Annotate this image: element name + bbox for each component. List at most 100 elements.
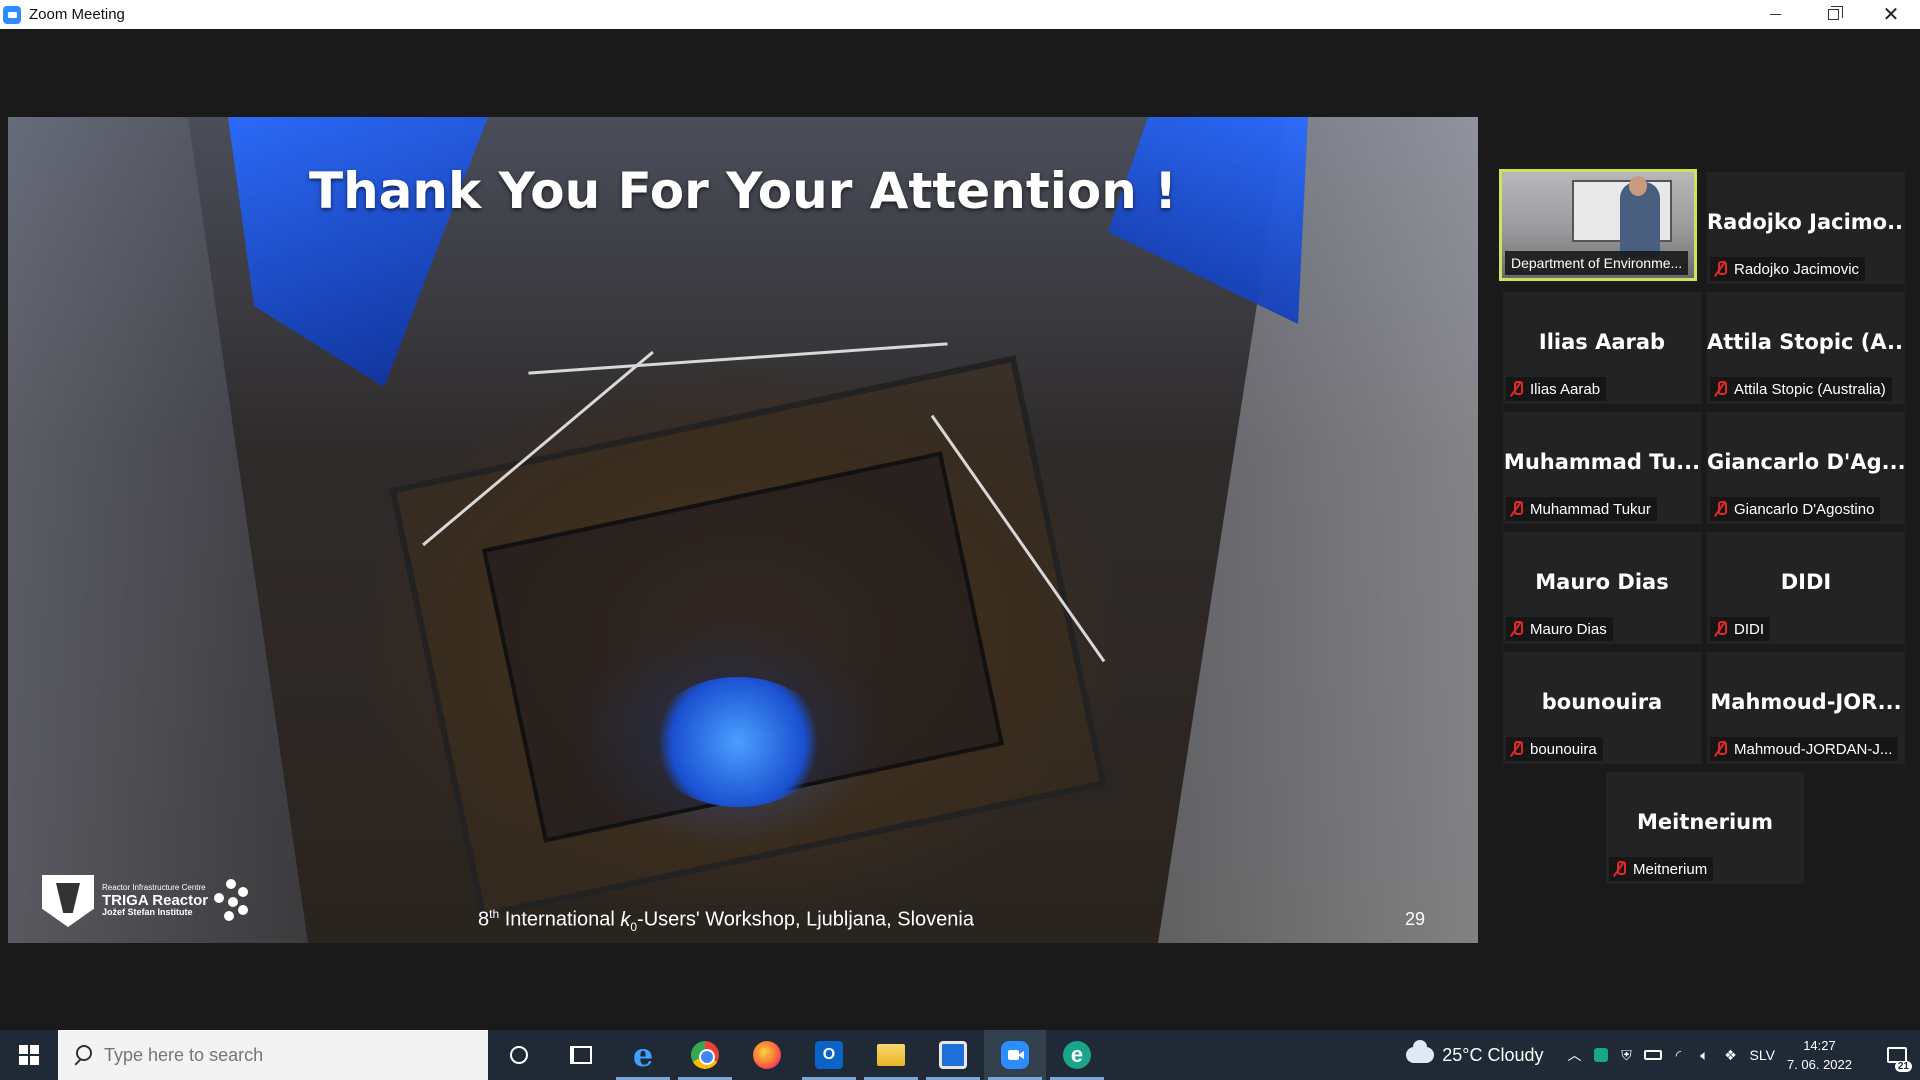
mic-muted-icon [1714,261,1727,277]
start-button[interactable] [0,1030,58,1080]
shield-icon: ⛨ [1621,1046,1632,1063]
weather-widget[interactable]: 25°C Cloudy [1406,1040,1544,1066]
window-controls: ✕ [1746,0,1920,29]
app-icon [939,1041,967,1069]
action-center-button[interactable]: 21 [1874,1030,1920,1080]
security-button[interactable]: ⛨ [1614,1030,1640,1080]
input-language[interactable]: SLV [1750,1047,1775,1063]
firefox-button[interactable] [736,1030,798,1080]
taskbar-clock[interactable]: 14:27 7. 06. 2022 [1787,1036,1852,1075]
zoom-icon [1001,1041,1029,1069]
dropbox-icon: ❖ [1724,1046,1737,1063]
clock-time: 14:27 [1803,1037,1836,1053]
participant-name-label: Muhammad Tukur [1506,497,1657,521]
mic-muted-icon [1613,861,1626,877]
participant-display-name: Mahmoud-JOR... [1710,690,1902,714]
footer-text: International [499,908,621,931]
footer-text: 8 [478,908,490,931]
mic-muted-icon [1510,501,1523,517]
participant-tile[interactable]: Mauro Dias Mauro Dias [1503,532,1701,644]
tray-app-button[interactable] [1588,1030,1614,1080]
zoom-app-icon [3,5,21,24]
participant-name: DIDI [1734,620,1764,638]
participant-tile[interactable]: Giancarlo D'Ag... Giancarlo D'Agostino [1707,412,1905,524]
windows-taskbar: e O e 25°C Cloudy ︿ ⛨ ◜ 🔈︎ ❖ SLV 14:27 7… [0,1030,1920,1080]
participant-display-name: Radojko Jacimo... [1707,210,1905,234]
file-explorer-button[interactable] [860,1030,922,1080]
zoom-button[interactable] [984,1030,1046,1080]
app-button[interactable] [922,1030,984,1080]
participant-tile[interactable]: Ilias Aarab Ilias Aarab [1503,292,1701,404]
participant-name: Radojko Jacimovic [1734,260,1860,278]
participant-display-name: DIDI [1780,570,1832,594]
system-tray: 25°C Cloudy ︿ ⛨ ◜ 🔈︎ ❖ SLV 14:27 7. 06. … [1406,1030,1920,1080]
volume-button[interactable]: 🔈︎ [1692,1030,1718,1080]
internet-explorer-icon: e [632,1036,654,1074]
participant-display-name: Meitnerium [1637,810,1773,834]
minimize-button[interactable] [1746,0,1804,29]
battery-button[interactable] [1640,1030,1666,1080]
network-button[interactable]: ◜ [1666,1030,1692,1080]
participant-name-label: Giancarlo D'Agostino [1710,497,1881,521]
participant-display-name: Ilias Aarab [1538,330,1666,354]
dropbox-button[interactable]: ❖ [1718,1030,1744,1080]
task-view-button[interactable] [550,1030,612,1080]
slide-photo-window [1108,117,1308,324]
participant-name-label: bounouira [1506,737,1603,761]
search-icon [72,1045,92,1065]
logo-line: TRIGA Reactor [102,891,209,909]
weather-text: 25°C Cloudy [1442,1044,1544,1065]
participant-display-name: bounouira [1541,690,1663,714]
participant-tile[interactable]: Mahmoud-JOR... Mahmoud-JORDAN-J... [1707,652,1905,764]
show-hidden-icons-button[interactable]: ︿ [1562,1030,1588,1080]
participant-name-label: Ilias Aarab [1506,377,1607,401]
chrome-button[interactable] [674,1030,736,1080]
edge-button[interactable]: e [1046,1030,1108,1080]
search-input[interactable] [104,1044,464,1066]
footer-text: -Users' Workshop, Ljubljana, Slovenia [637,908,974,931]
participant-display-name: Mauro Dias [1535,570,1669,594]
minimize-icon [1769,14,1781,15]
windows-logo-icon [19,1045,39,1065]
participant-tile[interactable]: Meitnerium Meitnerium [1606,772,1804,884]
restore-button[interactable] [1804,0,1862,29]
participant-name-label: Mahmoud-JORDAN-J... [1710,737,1899,761]
window-title: Zoom Meeting [29,6,125,23]
participant-name: Department of Environme... [1511,255,1683,271]
internet-explorer-button[interactable]: e [612,1030,674,1080]
participant-display-name: Giancarlo D'Ag... [1707,450,1905,474]
participant-name: Giancarlo D'Agostino [1734,500,1875,518]
participant-name-label: Mauro Dias [1506,617,1613,641]
mic-muted-icon [1714,381,1727,397]
file-explorer-icon [877,1044,905,1066]
slide-title: Thank You For Your Attention ! [308,162,1178,220]
participant-name: bounouira [1530,740,1597,758]
close-button[interactable]: ✕ [1862,0,1920,29]
participant-tile[interactable]: Department of Environme... [1499,169,1697,281]
participant-tile[interactable]: Muhammad Tu... Muhammad Tukur [1503,412,1701,524]
slide-photo-railing [528,342,948,375]
participant-tile[interactable]: DIDI DIDI [1707,532,1905,644]
participant-display-name: Attila Stopic (A... [1707,330,1905,354]
mic-muted-icon [1714,501,1727,517]
participant-tile[interactable]: Attila Stopic (A... Attila Stopic (Austr… [1707,292,1905,404]
slide-photo-reactor-pool [648,677,828,807]
taskbar-search[interactable] [58,1030,488,1080]
shared-screen-slide[interactable]: Thank You For Your Attention ! Reactor I… [8,117,1478,943]
mic-muted-icon [1510,741,1523,757]
triga-reactor-logo: Reactor Infrastructure Centre TRIGA Reac… [42,875,249,927]
video-presenter-head [1629,176,1647,196]
participant-tile[interactable]: Radojko Jacimo... Radojko Jacimovic [1707,172,1905,284]
close-icon: ✕ [1882,4,1900,26]
chevron-up-icon: ︿ [1567,1047,1582,1063]
participant-name-label: Department of Environme... [1505,251,1689,275]
edge-icon: e [1063,1041,1091,1069]
participant-name-label: Meitnerium [1609,857,1714,881]
task-view-icon [570,1046,592,1064]
participant-tile[interactable]: bounouira bounouira [1503,652,1701,764]
cortana-button[interactable] [488,1030,550,1080]
outlook-button[interactable]: O [798,1030,860,1080]
wifi-icon: ◜ [1675,1046,1682,1063]
slide-photo-window [228,117,488,387]
reactor-shield-icon [42,875,94,927]
